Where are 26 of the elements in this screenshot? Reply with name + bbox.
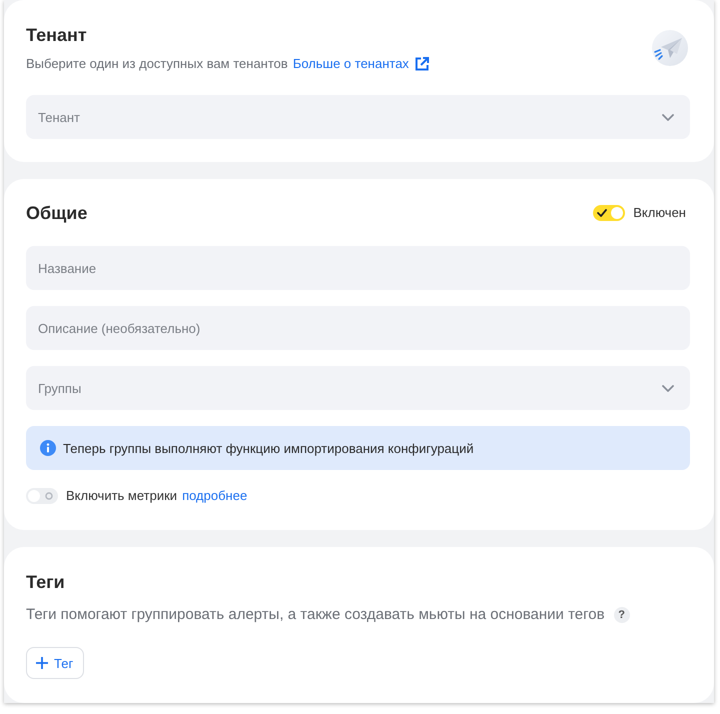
input-field[interactable]: Название [26,246,690,290]
check-icon [597,209,608,217]
toggle-label: Включить метрики [66,487,178,505]
enabled-toggle[interactable] [593,205,626,221]
select-field[interactable]: Группы [26,366,690,410]
section-description: Теги помогают группировать алерты, а также создавать мьюты на основании тегов [26,605,605,625]
metrics-toggle[interactable] [26,488,58,504]
paper-plane-icon [652,30,688,66]
ring-icon [45,492,53,500]
info-icon [40,440,56,456]
plus-icon [36,657,48,669]
section-title: Общие [26,202,88,225]
section-title: Тенант [26,24,88,47]
tenants-link[interactable]: Больше о тенантах [292,54,429,74]
external-link-icon [414,57,429,71]
input-field[interactable]: Описание (необязательно) [26,306,690,350]
details-link[interactable]: подробнее [182,486,248,506]
toggle-label: Включен [633,204,686,222]
help-icon[interactable]: ? [614,607,630,623]
info-text: Теперь группы выполняют функцию импортирования конфигураций [63,440,474,456]
chevron-down-icon [662,384,674,392]
add-tag-button[interactable]: Тег [26,647,84,679]
chevron-down-icon [662,114,674,120]
section-title: Теги [26,571,66,594]
section-subtitle: Выберите один из доступных вам тенантов [26,55,288,73]
tenant-select[interactable]: Тенант [26,95,690,139]
